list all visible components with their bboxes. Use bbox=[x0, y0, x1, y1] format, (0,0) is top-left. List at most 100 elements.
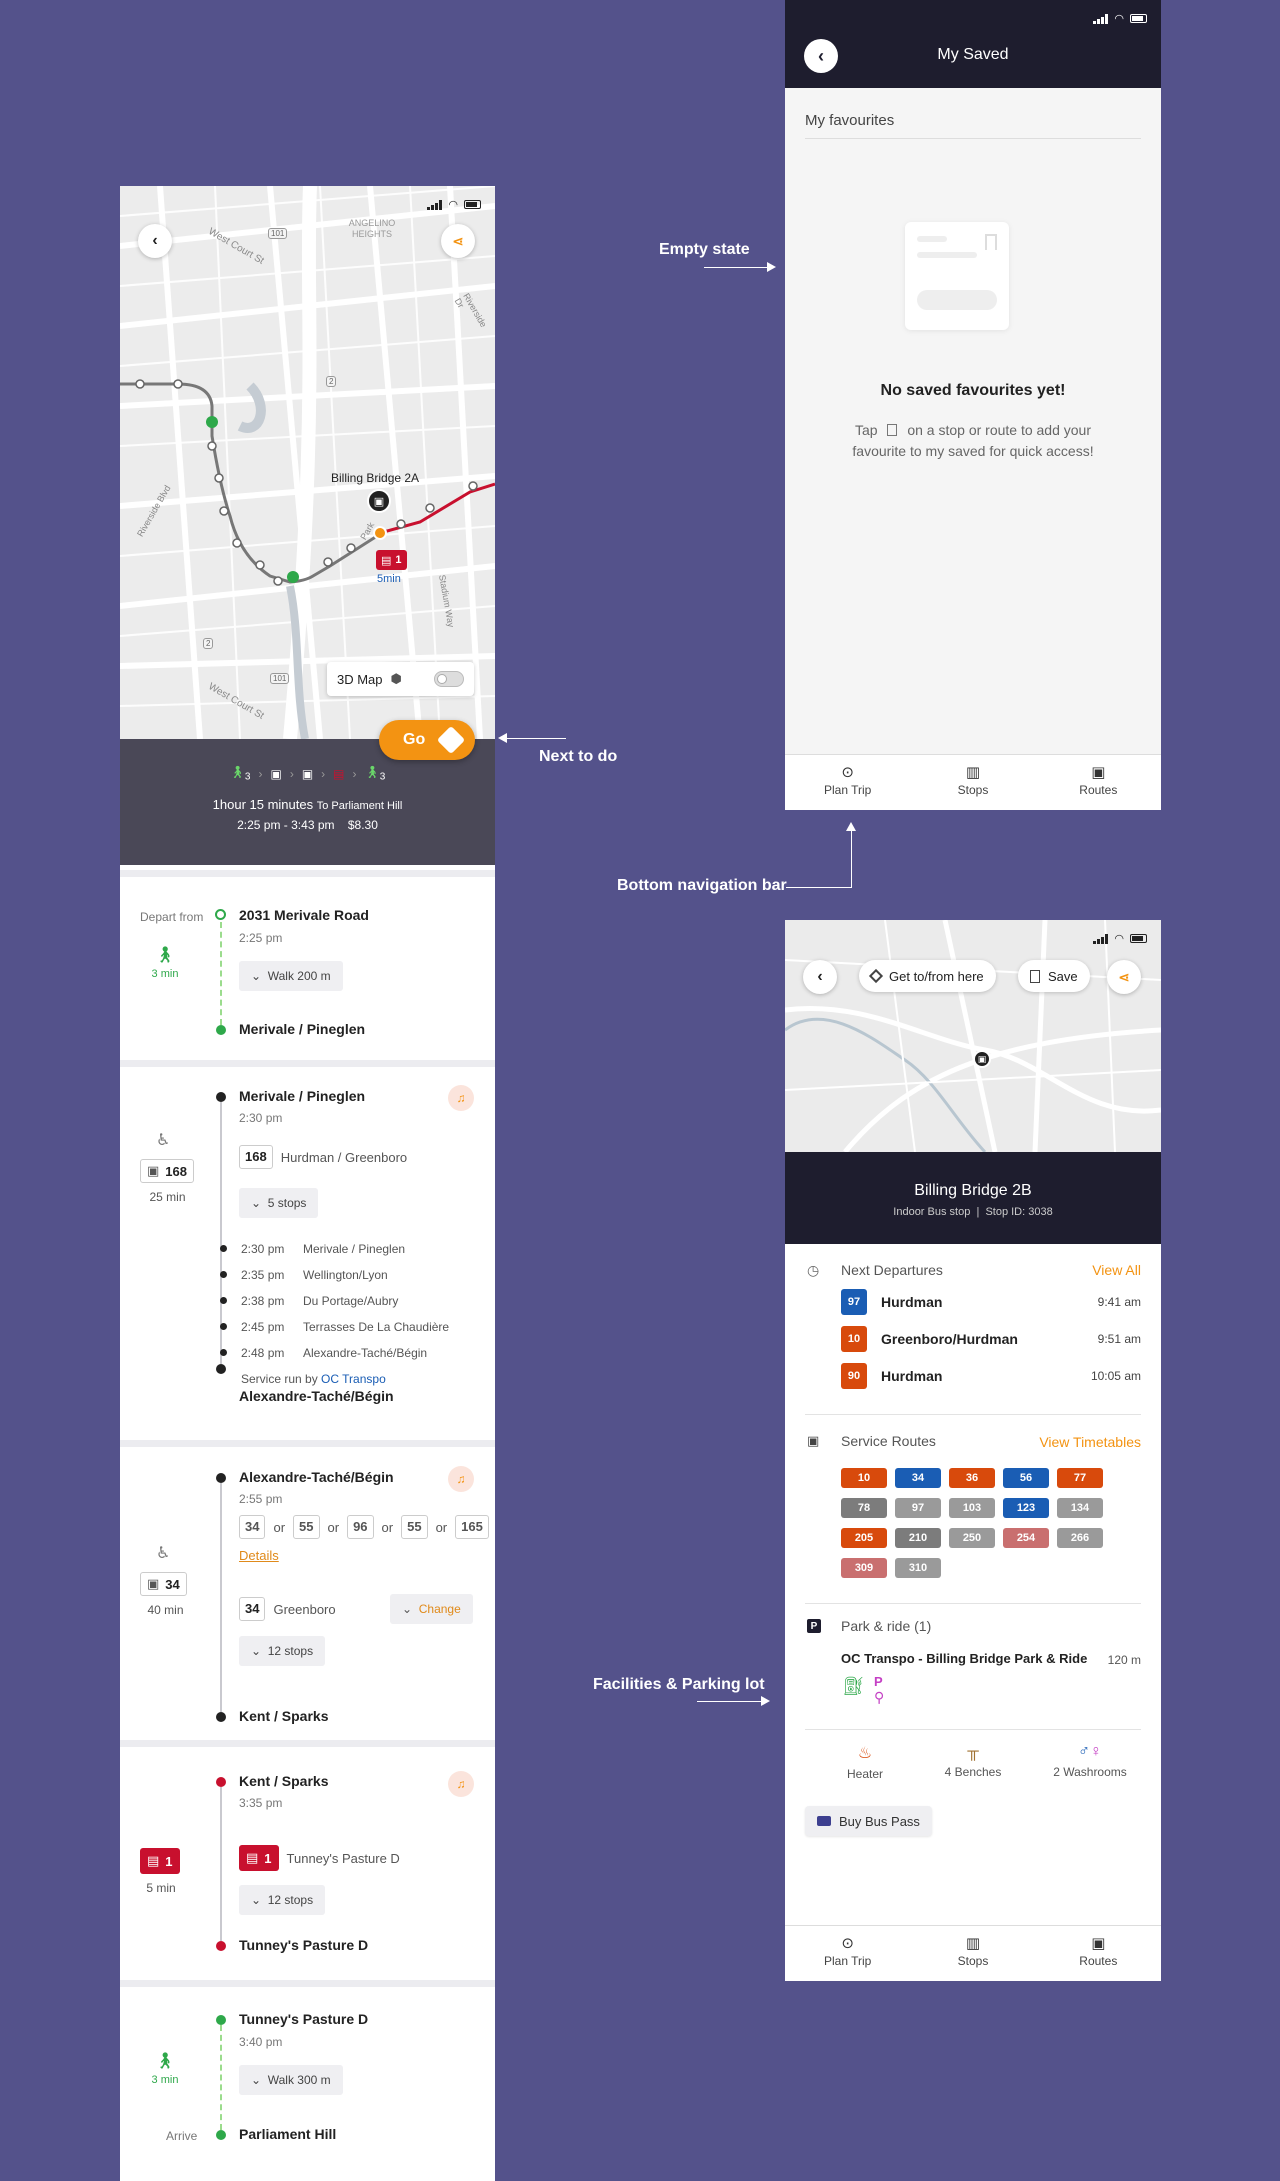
bus-icon: ▣ bbox=[807, 1433, 820, 1448]
chevron-left-icon: ‹ bbox=[152, 232, 158, 249]
details-link[interactable]: Details bbox=[239, 1548, 279, 1563]
route-chip[interactable]: 123 bbox=[1003, 1498, 1049, 1518]
operator-link[interactable]: OC Transpo bbox=[321, 1372, 386, 1386]
stops-toggle[interactable]: ⌄ 5 stops bbox=[239, 1188, 319, 1218]
save-stop-button[interactable]: Save bbox=[1018, 960, 1090, 992]
trip-duration-line: 1hour 15 minutes To Parliament Hill bbox=[120, 797, 495, 812]
route-number: 34 bbox=[239, 1597, 266, 1621]
annotation-facilities: Facilities & Parking lot bbox=[593, 1676, 765, 1693]
route-chip[interactable]: 254 bbox=[1003, 1528, 1049, 1548]
wifi-icon: ◠ bbox=[1114, 933, 1124, 945]
page-title: My Saved bbox=[937, 46, 1009, 63]
share-button[interactable]: ⋖ bbox=[441, 224, 475, 258]
route-chip[interactable]: 103 bbox=[949, 1498, 995, 1518]
get-directions-button[interactable]: Get to/from here bbox=[859, 960, 996, 992]
route-headsign: Greenboro bbox=[273, 1601, 336, 1617]
wifi-icon: ◠ bbox=[1114, 13, 1124, 25]
map-3d-switch[interactable] bbox=[434, 671, 464, 687]
nav-routes[interactable]: ▣ Routes bbox=[1036, 1926, 1161, 1981]
alert-button[interactable]: ♫ bbox=[448, 1466, 474, 1492]
route-badge: 97 bbox=[841, 1289, 867, 1315]
departure-row[interactable]: 90 Hurdman 10:05 am bbox=[841, 1363, 1141, 1389]
empty-illustration bbox=[905, 222, 1009, 330]
route-option[interactable]: 34 bbox=[239, 1515, 266, 1539]
walk-distance-toggle[interactable]: ⌄ Walk 200 m bbox=[239, 961, 343, 991]
annotation-next-to-do: Next to do bbox=[539, 748, 618, 765]
share-button[interactable]: ⋖ bbox=[1107, 960, 1141, 994]
route-chip[interactable]: 77 bbox=[1057, 1468, 1103, 1488]
bus-icon: ▣ bbox=[1091, 1935, 1106, 1952]
intermediate-stop-dot bbox=[220, 1245, 227, 1252]
walk-distance-toggle[interactable]: ⌄ Walk 300 m bbox=[239, 2065, 343, 2095]
bell-icon: ♫ bbox=[456, 1091, 466, 1105]
train-icon: ▤ bbox=[333, 766, 345, 781]
route-chip[interactable]: 97 bbox=[895, 1498, 941, 1518]
bus-stop-marker-icon[interactable]: ▣ bbox=[367, 489, 391, 513]
route-chip[interactable]: 78 bbox=[841, 1498, 887, 1518]
share-icon: ⋖ bbox=[1118, 968, 1130, 985]
pass-card-icon bbox=[817, 1816, 831, 1826]
battery-icon bbox=[1130, 14, 1147, 23]
departure-row[interactable]: 10 Greenboro/Hurdman 9:51 am bbox=[841, 1326, 1141, 1352]
trip-map[interactable]: West Court St ANGELINO HEIGHTS West Cour… bbox=[120, 186, 495, 740]
leg-duration: 40 min bbox=[147, 1603, 184, 1617]
route-option[interactable]: 55 bbox=[293, 1515, 320, 1539]
alert-button[interactable]: ♫ bbox=[448, 1771, 474, 1797]
origin-dot bbox=[215, 909, 226, 920]
train-icon: ▤ bbox=[147, 1853, 160, 1868]
map-3d-label: 3D Map bbox=[337, 671, 383, 687]
walk-icon: 🚶︎3 bbox=[229, 765, 251, 783]
route-chip[interactable]: 250 bbox=[949, 1528, 995, 1548]
route-chip[interactable]: 10 bbox=[841, 1468, 887, 1488]
park-ride-name[interactable]: OC Transpo - Billing Bridge Park & Ride bbox=[841, 1651, 1087, 1666]
walk-path-line bbox=[220, 2025, 222, 2130]
buy-bus-pass-button[interactable]: Buy Bus Pass bbox=[805, 1806, 932, 1836]
route-badge: ▣ 168 bbox=[140, 1159, 194, 1183]
route-option[interactable]: 96 bbox=[347, 1515, 374, 1539]
back-button[interactable]: ‹ bbox=[138, 224, 172, 258]
route-chip[interactable]: 56 bbox=[1003, 1468, 1049, 1488]
nav-stops[interactable]: ▥ Stops bbox=[910, 755, 1035, 810]
train-icon: ▤ bbox=[246, 1850, 259, 1865]
washroom-icon: ♂♀ bbox=[1078, 1743, 1102, 1760]
stop-map[interactable]: ◠ ‹ Get to/from here Save ⋖ ▣ bbox=[785, 920, 1161, 1154]
route-chip[interactable]: 34 bbox=[895, 1468, 941, 1488]
stops-toggle[interactable]: ⌄ 12 stops bbox=[239, 1636, 326, 1666]
leg-walk-1: Depart from 2031 Merivale Road 2:25 pm 🚶… bbox=[120, 870, 495, 1060]
highway-shield: 101 bbox=[268, 228, 288, 239]
alert-button[interactable]: ♫ bbox=[448, 1085, 474, 1111]
route-chip[interactable]: 134 bbox=[1057, 1498, 1103, 1518]
route-chip[interactable]: 310 bbox=[895, 1558, 941, 1578]
heater-icon: ♨ bbox=[857, 1745, 873, 1762]
route-chip[interactable]: 309 bbox=[841, 1558, 887, 1578]
route-option[interactable]: 55 bbox=[401, 1515, 428, 1539]
go-label: Go bbox=[403, 731, 426, 748]
bus-stop-marker-icon[interactable]: ▣ bbox=[973, 1050, 991, 1068]
stops-toggle[interactable]: ⌄ 12 stops bbox=[239, 1885, 326, 1915]
chevron-right-icon: › bbox=[321, 766, 326, 781]
route-chip[interactable]: 210 bbox=[895, 1528, 941, 1548]
leg-bus-168: Merivale / Pineglen 2:30 pm ♫ ♿︎ ▣ 168 25… bbox=[120, 1060, 495, 1386]
route-alternatives: 34 or 55 or 96 or 55 or 165 bbox=[239, 1515, 489, 1539]
view-all-link[interactable]: View All bbox=[1092, 1262, 1141, 1278]
nav-plan-trip[interactable]: ⊙ Plan Trip bbox=[785, 755, 910, 810]
nav-plan-trip[interactable]: ⊙ Plan Trip bbox=[785, 1926, 910, 1981]
departure-row[interactable]: 97 Hurdman 9:41 am bbox=[841, 1289, 1141, 1315]
depart-time: 2:30 pm bbox=[239, 1111, 283, 1125]
ev-charging-icon: ⛽︎ bbox=[842, 1676, 865, 1696]
change-route-button[interactable]: ⌄ Change bbox=[390, 1594, 473, 1624]
chevron-down-icon: ⌄ bbox=[251, 2073, 262, 2087]
view-timetables-link[interactable]: View Timetables bbox=[1039, 1434, 1141, 1450]
route-chip[interactable]: 266 bbox=[1057, 1528, 1103, 1548]
stop-dot bbox=[216, 1941, 226, 1951]
back-button[interactable]: ‹ bbox=[803, 960, 837, 994]
bus-icon: ▣ bbox=[301, 766, 314, 781]
map-eta: 5min bbox=[377, 573, 401, 585]
route-chip[interactable]: 36 bbox=[949, 1468, 995, 1488]
nav-stops[interactable]: ▥ Stops bbox=[910, 1926, 1035, 1981]
route-option[interactable]: 165 bbox=[455, 1515, 489, 1539]
service-routes-title: Service Routes bbox=[841, 1433, 936, 1449]
go-button[interactable]: Go bbox=[379, 720, 475, 760]
nav-routes[interactable]: ▣ Routes bbox=[1036, 755, 1161, 810]
route-chip[interactable]: 205 bbox=[841, 1528, 887, 1548]
